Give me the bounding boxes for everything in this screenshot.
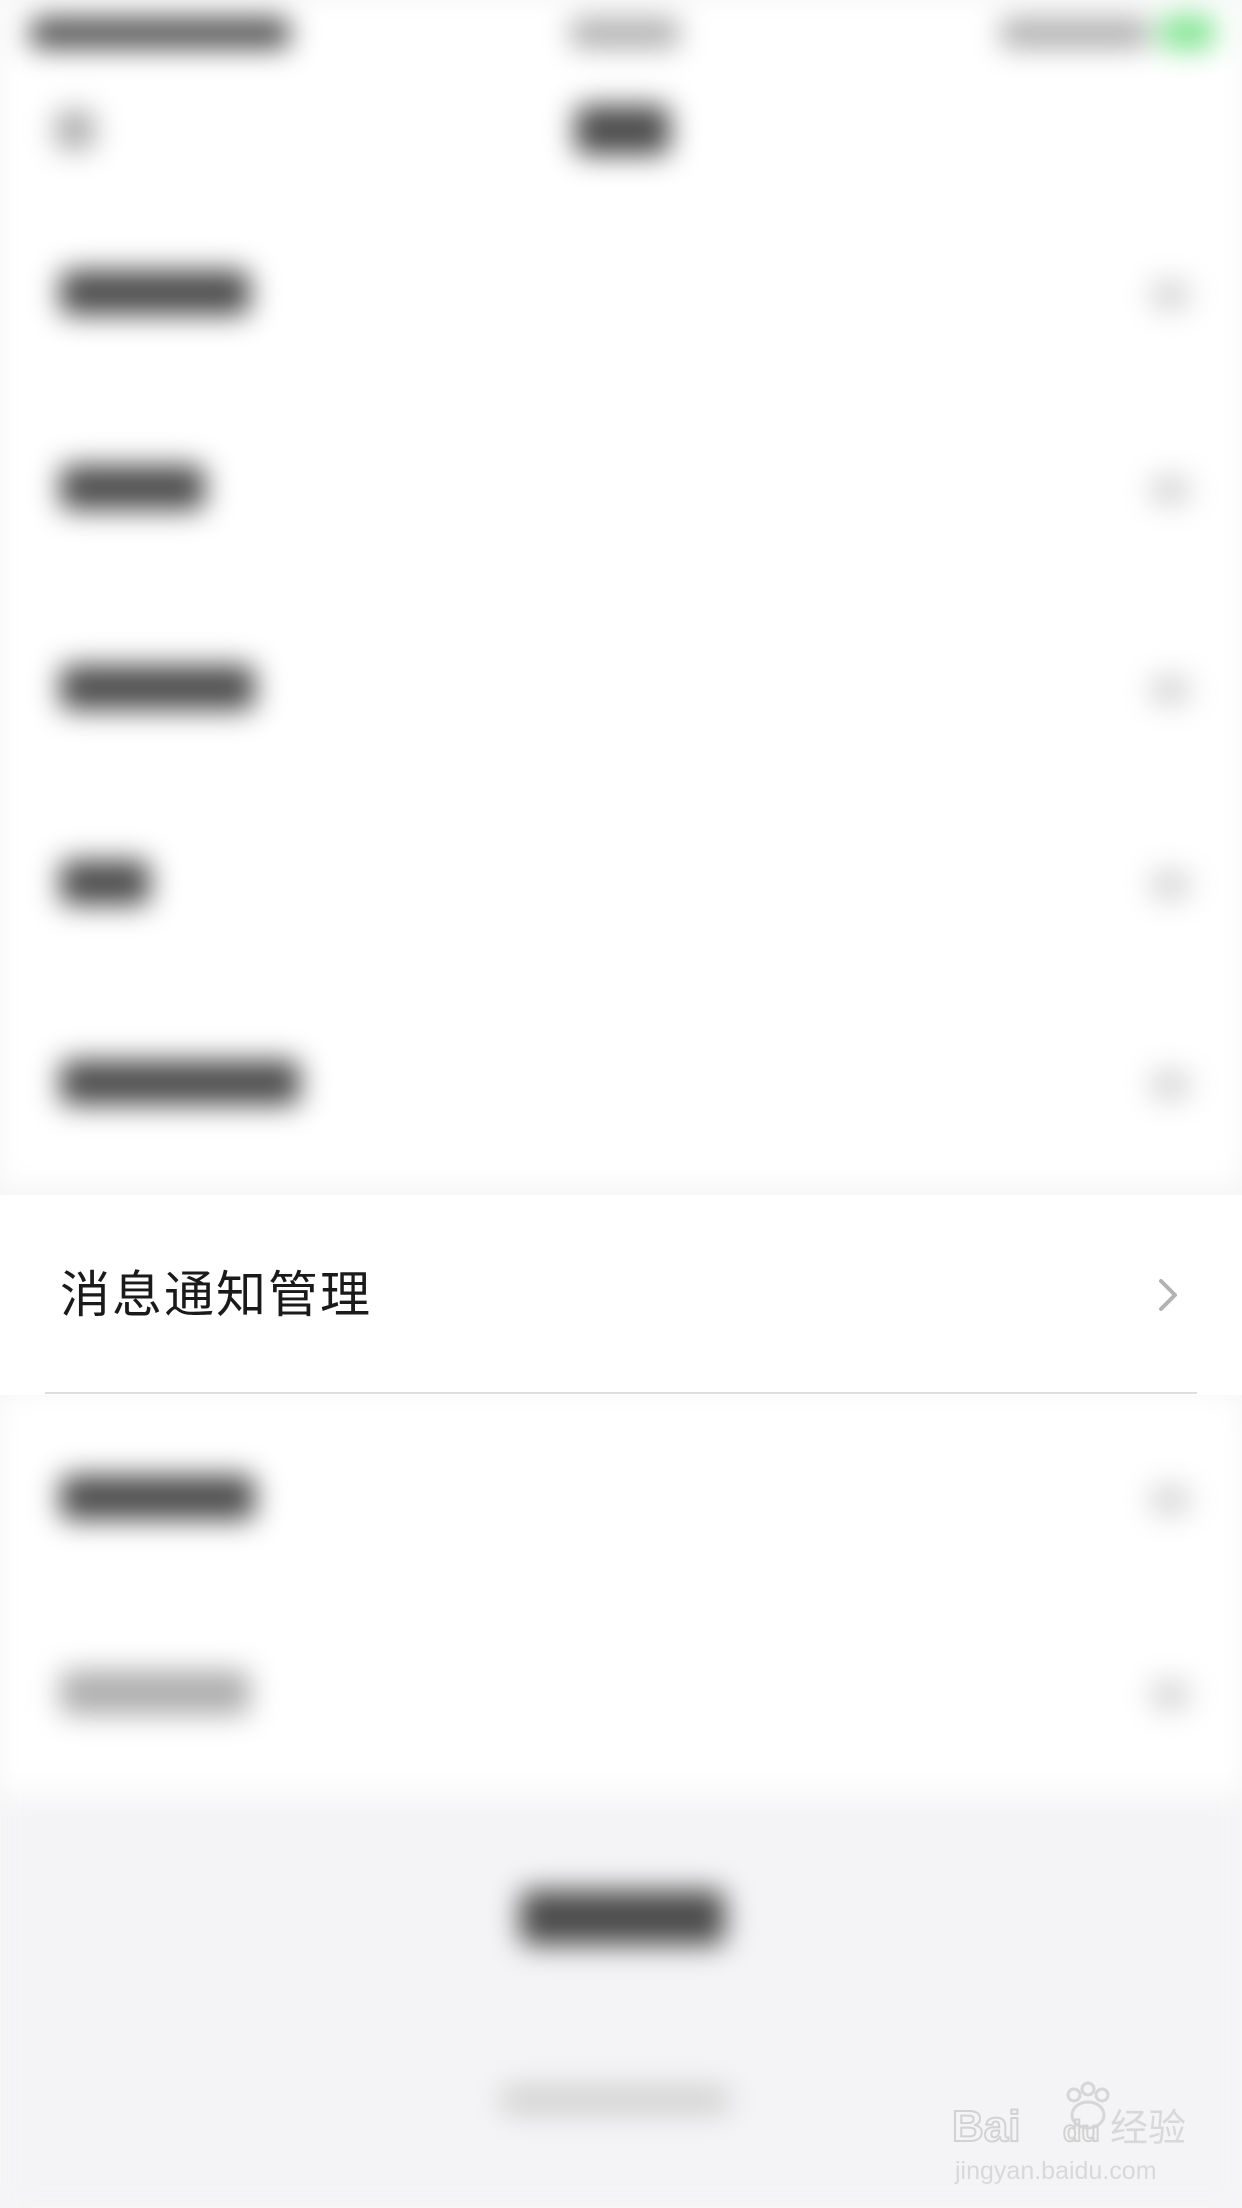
svg-text:Bai: Bai xyxy=(952,2102,1020,2151)
svg-text:du: du xyxy=(1063,2115,1100,2148)
svg-text:经验: 经验 xyxy=(1110,2106,1186,2150)
settings-list-bottom xyxy=(0,1395,1242,1795)
status-bar xyxy=(0,0,1242,80)
navigation-bar xyxy=(0,80,1242,200)
svg-text:jingyan.baidu.com: jingyan.baidu.com xyxy=(954,2157,1157,2185)
settings-item-label: 消息通知管理 xyxy=(60,1266,372,1324)
baidu-jingyan-watermark: Bai du 经验 jingyan.baidu.com xyxy=(951,2081,1186,2185)
chevron-right-icon xyxy=(1159,1279,1177,1311)
blurred-background xyxy=(0,0,1242,2208)
settings-item-message-notification[interactable]: 消息通知管理 xyxy=(0,1195,1242,1395)
row-divider xyxy=(45,1392,1197,1394)
settings-list-top xyxy=(0,200,1242,1185)
phone-screen: 消息通知管理 Bai du 经验 jingyan.baidu.com xyxy=(0,0,1242,2208)
